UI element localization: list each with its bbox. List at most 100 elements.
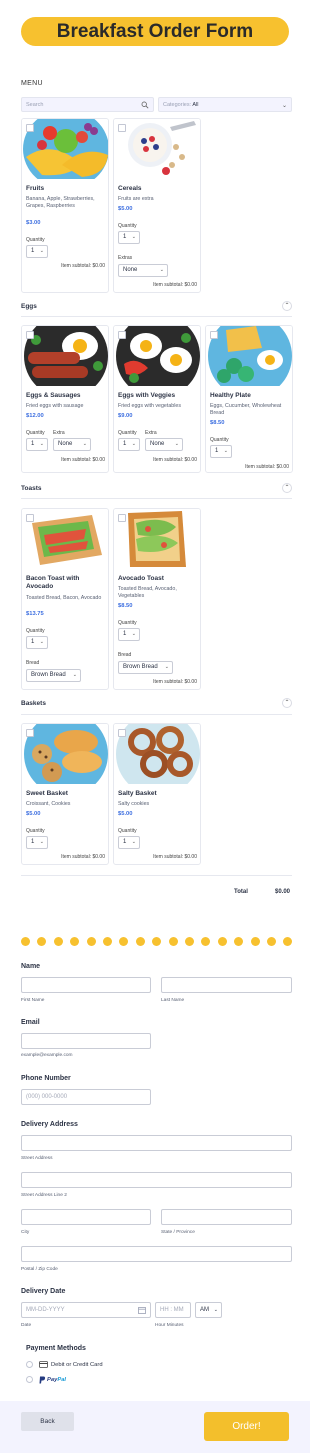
bread-label: Bread — [118, 652, 132, 658]
product-description: Fruits are extra — [118, 196, 154, 202]
phone-placeholder: (000) 000-0000 — [26, 1094, 68, 1100]
product-card-salty-basket[interactable]: Salty Basket Salty cookies $5.00 Quantit… — [113, 723, 201, 865]
subtotal-value: $0.00 — [184, 679, 197, 685]
ampm-select[interactable]: AM ⌄ — [195, 1302, 222, 1318]
item-subtotal: Item subtotal: $0.00 — [61, 457, 105, 463]
date-sublabel: Date — [21, 1323, 32, 1328]
search-icon — [141, 101, 149, 109]
total-label: Total — [234, 889, 248, 895]
time-placeholder: HH : MM — [160, 1307, 184, 1313]
product-checkbox[interactable] — [26, 331, 34, 339]
product-checkbox[interactable] — [26, 514, 34, 522]
back-button[interactable]: Back — [21, 1412, 74, 1431]
product-card-healthy-plate[interactable]: Healthy Plate Eggs, Cucumber, Wholewheat… — [205, 325, 293, 473]
product-price: $12.00 — [26, 413, 44, 419]
street2-input[interactable] — [21, 1172, 292, 1188]
paypal-icon — [39, 1376, 46, 1384]
chevron-down-icon: ⌄ — [72, 672, 77, 678]
product-checkbox[interactable] — [210, 331, 218, 339]
categories-select[interactable]: Categories: All ⌄ — [158, 97, 292, 112]
quantity-select[interactable]: 1 ⌄ — [210, 445, 232, 458]
product-checkbox[interactable] — [26, 124, 34, 132]
product-card-cereals[interactable]: Cereals Fruits are extra $5.00 Quantity … — [113, 118, 201, 293]
quantity-value: 1 — [31, 839, 35, 845]
subtotal-label: Item subtotal: — [61, 457, 92, 463]
search-input[interactable]: Search — [21, 97, 154, 112]
product-card-avocado-toast[interactable]: Avocado Toast Toasted Bread, Avocado, Ve… — [113, 508, 201, 690]
product-image-avocado-toast — [114, 509, 200, 569]
product-name: Bacon Toast with Avocado — [26, 575, 80, 590]
street-sublabel: Street Address — [21, 1156, 53, 1161]
city-input[interactable] — [21, 1209, 151, 1225]
product-checkbox[interactable] — [26, 729, 34, 737]
product-description: Salty cookies — [118, 801, 150, 807]
phone-input[interactable]: (000) 000-0000 — [21, 1089, 151, 1105]
quantity-select[interactable]: 1 ⌄ — [26, 245, 48, 258]
email-input[interactable] — [21, 1033, 151, 1049]
extra-value: None — [150, 441, 165, 447]
first-name-input[interactable] — [21, 977, 151, 993]
date-input[interactable]: MM-DD-YYYY — [21, 1302, 151, 1318]
bread-select[interactable]: Brown Bread ⌄ — [118, 661, 173, 674]
quantity-select[interactable]: 1 ⌄ — [26, 636, 48, 649]
product-checkbox[interactable] — [118, 124, 126, 132]
quantity-value: 1 — [215, 448, 219, 454]
bread-value: Brown Bread — [31, 672, 66, 678]
quantity-select[interactable]: 1 ⌄ — [26, 438, 48, 451]
payment-card-label: Debit or Credit Card — [51, 1362, 103, 1368]
quantity-value: 1 — [123, 839, 127, 845]
product-description: Banana, Apple, Strawberries, Grapes, Ras… — [26, 196, 95, 209]
product-checkbox[interactable] — [118, 729, 126, 737]
quantity-select[interactable]: 1 ⌄ — [26, 836, 48, 849]
product-description: Fried eggs with vegetables — [118, 403, 182, 409]
product-description: Toasted Bread, Avocado, Vegetables — [118, 586, 177, 599]
quantity-label: Quantity — [26, 237, 45, 243]
quantity-select[interactable]: 1 ⌄ — [118, 628, 140, 641]
quantity-select[interactable]: 1 ⌄ — [118, 438, 140, 451]
chevron-down-icon: ⌄ — [174, 441, 179, 447]
product-card-eggs-sausages[interactable]: Eggs & Sausages Fried eggs with sausage … — [21, 325, 109, 473]
collapse-eggs-toggle[interactable]: ⌃ — [282, 301, 292, 311]
state-input[interactable] — [161, 1209, 292, 1225]
quantity-select[interactable]: 1 ⌄ — [118, 836, 140, 849]
product-card-eggs-veggies[interactable]: Eggs with Veggies Fried eggs with vegeta… — [113, 325, 201, 473]
quantity-select[interactable]: 1 ⌄ — [118, 231, 140, 244]
total-divider — [21, 875, 292, 876]
product-card-sweet-basket[interactable]: Sweet Basket Croissant, Cookies $5.00 Qu… — [21, 723, 109, 865]
subtotal-label: Item subtotal: — [153, 854, 184, 860]
collapse-baskets-toggle[interactable]: ⌃ — [282, 698, 292, 708]
postal-input[interactable] — [21, 1246, 292, 1262]
section-title-eggs: Eggs — [21, 303, 37, 310]
calendar-icon[interactable] — [138, 1306, 146, 1314]
extras-value: None — [123, 267, 138, 273]
chevron-down-icon: ⌄ — [131, 839, 136, 845]
item-subtotal: Item subtotal: $0.00 — [245, 464, 289, 470]
extra-select[interactable]: None ⌄ — [145, 438, 183, 451]
item-subtotal: Item subtotal: $0.00 — [153, 457, 197, 463]
date-placeholder: MM-DD-YYYY — [26, 1307, 65, 1313]
product-price: $5.00 — [118, 811, 133, 817]
time-input[interactable]: HH : MM — [155, 1302, 191, 1318]
street-input[interactable] — [21, 1135, 292, 1151]
bread-select[interactable]: Brown Bread ⌄ — [26, 669, 81, 682]
extras-select[interactable]: None ⌄ — [118, 264, 168, 277]
item-subtotal: Item subtotal: $0.00 — [61, 263, 105, 269]
chevron-down-icon: ⌄ — [223, 448, 228, 454]
product-checkbox[interactable] — [118, 514, 126, 522]
product-checkbox[interactable] — [118, 331, 126, 339]
collapse-toasts-toggle[interactable]: ⌃ — [282, 483, 292, 493]
paypal-logo-pal: Pal — [57, 1377, 67, 1383]
payment-paypal-radio[interactable] — [26, 1376, 33, 1383]
extra-select[interactable]: None ⌄ — [53, 438, 91, 451]
payment-card-radio[interactable] — [26, 1361, 33, 1368]
product-name: Sweet Basket — [26, 790, 68, 797]
chevron-down-icon: ⌄ — [281, 103, 287, 109]
order-button[interactable]: Order! — [204, 1412, 289, 1441]
product-card-fruits[interactable]: Fruits Banana, Apple, Strawberries, Grap… — [21, 118, 109, 293]
product-card-bacon-toast[interactable]: Bacon Toast with Avocado Toasted Bread, … — [21, 508, 109, 690]
form-title: Breakfast Order Form — [21, 17, 289, 46]
email-label: Email — [21, 1019, 40, 1026]
subtotal-value: $0.00 — [276, 464, 289, 470]
last-name-input[interactable] — [161, 977, 292, 993]
subtotal-label: Item subtotal: — [61, 263, 92, 269]
